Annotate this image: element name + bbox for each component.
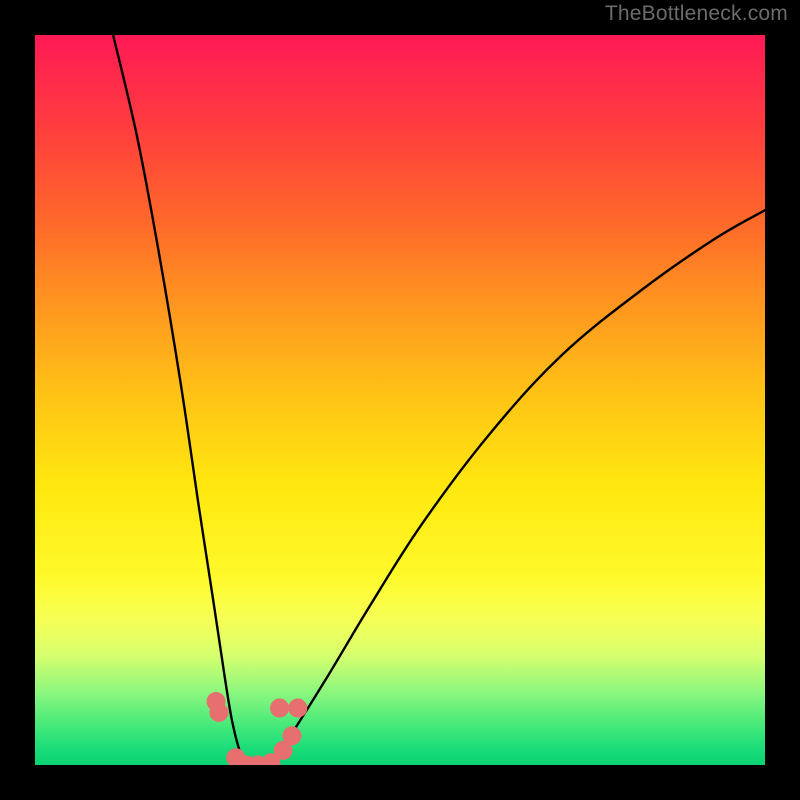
marker-dot bbox=[282, 726, 301, 745]
watermark-text: TheBottleneck.com bbox=[605, 2, 788, 26]
marker-dot bbox=[209, 703, 228, 722]
chart-svg bbox=[35, 35, 765, 765]
marker-dot bbox=[270, 699, 289, 718]
outer-frame: TheBottleneck.com bbox=[0, 0, 800, 800]
marker-dot bbox=[288, 699, 307, 718]
curve-right-branch bbox=[272, 210, 765, 765]
curve-left-branch bbox=[113, 35, 245, 765]
plot-area bbox=[35, 35, 765, 765]
valley-markers bbox=[207, 692, 308, 765]
